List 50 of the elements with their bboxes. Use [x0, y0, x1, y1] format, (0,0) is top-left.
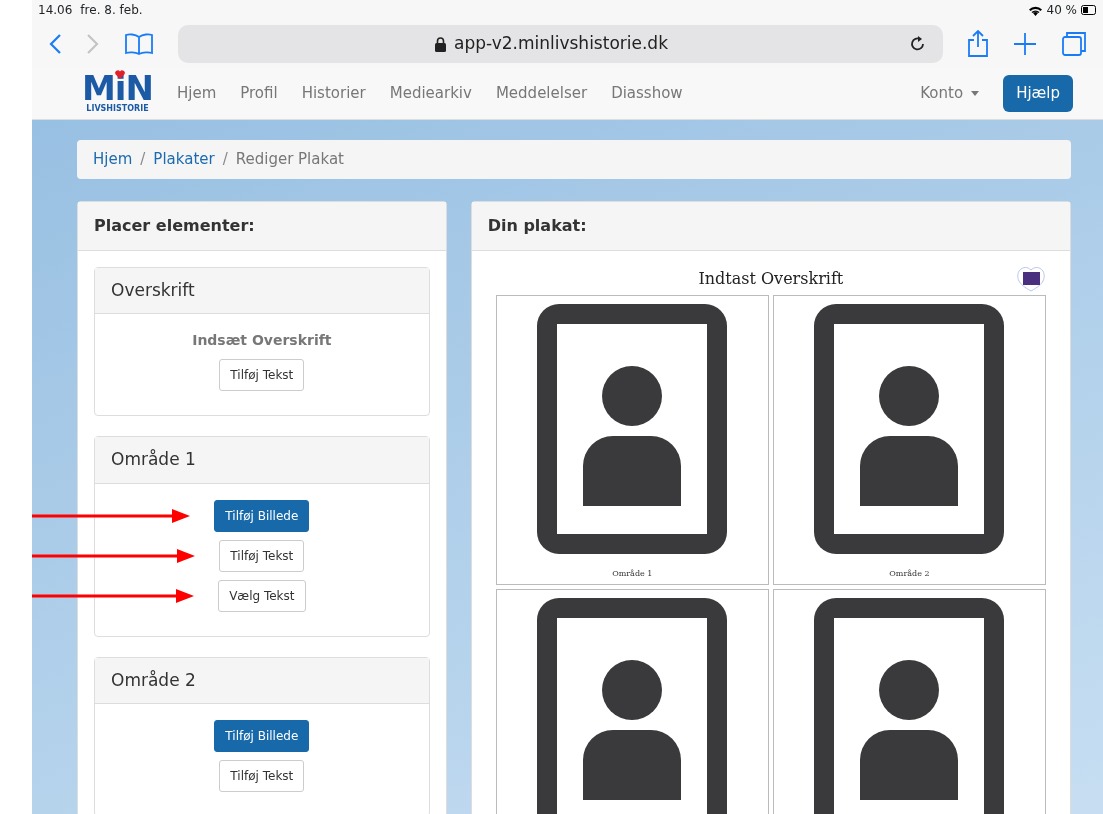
help-button[interactable]: Hjælp — [1003, 75, 1073, 112]
breadcrumb-link[interactable]: Plakater — [153, 148, 215, 171]
action-button[interactable]: Vælg Tekst — [218, 579, 306, 612]
wifi-icon — [1027, 4, 1043, 16]
nav-link[interactable]: Mediearkiv — [389, 82, 472, 105]
poster-tile[interactable] — [772, 588, 1046, 814]
logo[interactable]: MiN LIVSHISTORIE — [82, 72, 153, 115]
portrait-placeholder-icon — [537, 303, 728, 554]
poster-title: Indtast Overskrift — [698, 267, 844, 290]
nav-link[interactable]: Meddelelser — [495, 82, 588, 105]
plus-icon[interactable] — [1013, 32, 1037, 56]
action-button[interactable]: Tilføj Billede — [214, 720, 310, 752]
nav-link[interactable]: Historier — [301, 82, 366, 105]
action-button[interactable]: Tilføj Tekst — [219, 760, 305, 792]
breadcrumb-separator: / — [140, 149, 146, 170]
status-time: 14.06 — [38, 2, 73, 19]
account-dropdown[interactable]: Konto — [920, 82, 980, 105]
back-icon[interactable] — [48, 33, 62, 55]
reload-icon[interactable] — [909, 35, 927, 53]
portrait-placeholder-icon — [814, 303, 1005, 554]
panel-title: Din plakat: — [471, 201, 1070, 251]
action-button[interactable]: Tilføj Tekst — [219, 359, 305, 391]
action-button[interactable]: Tilføj Billede — [214, 499, 310, 532]
nav-link[interactable]: Diasshow — [611, 82, 683, 105]
nav-link[interactable]: Hjem — [176, 82, 217, 105]
logo-icon — [1016, 265, 1046, 292]
breadcrumb-link[interactable]: Hjem — [93, 148, 133, 171]
tile-caption: Område 2 — [889, 567, 930, 580]
poster-tile[interactable]: Område 2 — [772, 294, 1046, 585]
share-icon[interactable] — [967, 30, 989, 58]
book-icon[interactable] — [124, 32, 154, 56]
poster-tile[interactable] — [495, 588, 769, 814]
tabs-icon[interactable] — [1061, 31, 1087, 57]
section-title: Overskrift — [95, 267, 429, 314]
action-button[interactable]: Tilføj Tekst — [219, 539, 305, 572]
status-date: fre. 8. feb. — [80, 2, 143, 19]
battery-icon — [1081, 5, 1097, 15]
section-title: Område 1 — [95, 437, 429, 484]
panel-title: Placer elementer: — [78, 201, 446, 251]
poster-tile[interactable]: Område 1 — [495, 294, 769, 585]
breadcrumb-separator: / — [222, 149, 228, 170]
breadcrumb-current: Rediger Plakat — [235, 149, 344, 170]
tile-caption: Område 1 — [612, 567, 653, 580]
section-title: Område 2 — [95, 657, 429, 704]
nav-link[interactable]: Profil — [240, 82, 278, 105]
caret-icon — [971, 91, 980, 96]
battery-percent: 40 % — [1046, 2, 1077, 19]
section-heading: Indsæt Overskrift — [192, 331, 332, 350]
lock-icon — [435, 36, 446, 52]
address-field[interactable]: app-v2.minlivshistorie.dk — [178, 25, 943, 63]
